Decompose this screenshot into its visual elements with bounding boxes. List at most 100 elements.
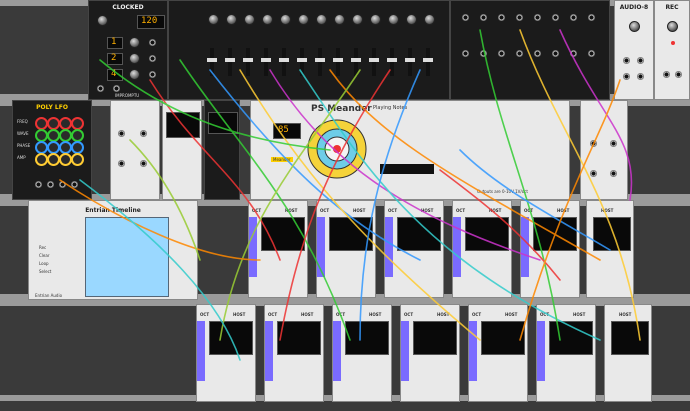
matrix-jack[interactable] <box>516 14 523 21</box>
matrix-jack[interactable] <box>462 14 469 21</box>
ratio-knob[interactable] <box>129 69 140 80</box>
mixer-knob[interactable] <box>388 14 399 25</box>
ratio-knob[interactable] <box>129 37 140 48</box>
rec-jack[interactable] <box>675 71 682 78</box>
mixer-fader[interactable] <box>333 48 343 76</box>
timeline-button[interactable]: Rec <box>39 245 46 250</box>
host-module: OCT HOST <box>196 304 256 402</box>
gain-knob[interactable] <box>629 21 640 32</box>
matrix-jack[interactable] <box>552 50 559 57</box>
lfo-out-jack[interactable] <box>59 181 66 188</box>
utility-jack[interactable] <box>118 130 125 137</box>
meander-module: PS Meander Playing Notes 85 Meander Outp… <box>250 100 570 200</box>
utility-jack[interactable] <box>140 160 147 167</box>
mixer-fader[interactable] <box>225 48 235 76</box>
mixer-fader[interactable] <box>351 48 361 76</box>
rec-jack[interactable] <box>663 71 670 78</box>
matrix-jack[interactable] <box>462 50 469 57</box>
host-display <box>481 321 525 355</box>
host-module: OCT HOST <box>248 200 308 298</box>
utility-jack[interactable] <box>140 130 147 137</box>
audio-in-jack[interactable] <box>637 57 644 64</box>
mixer-fader[interactable] <box>297 48 307 76</box>
circle-of-fifths[interactable] <box>306 118 368 180</box>
host-module: OCT HOST <box>520 200 580 298</box>
matrix-jack[interactable] <box>570 50 577 57</box>
run-jack[interactable] <box>113 85 120 92</box>
utility-jack[interactable] <box>610 140 617 147</box>
lfo-out-jack[interactable] <box>47 181 54 188</box>
lfo-knob[interactable] <box>71 153 84 166</box>
host-side-panel <box>453 217 461 277</box>
matrix-jack[interactable] <box>480 50 487 57</box>
mixer-knob[interactable] <box>370 14 381 25</box>
matrix-jack[interactable] <box>498 50 505 57</box>
matrix-jack[interactable] <box>534 14 541 21</box>
playing-notes-label: Playing Notes <box>373 105 408 111</box>
ratio-value: 2 <box>111 53 117 63</box>
clock-out-jack[interactable] <box>149 55 156 62</box>
mixer-knob[interactable] <box>262 14 273 25</box>
host-display <box>261 217 305 251</box>
oct-label: OCT <box>472 312 482 317</box>
host-display <box>549 321 593 355</box>
clock-out-jack[interactable] <box>149 39 156 46</box>
mixer-fader[interactable] <box>387 48 397 76</box>
tempo-knob[interactable] <box>97 15 108 26</box>
matrix-jack[interactable] <box>516 50 523 57</box>
mixer-knob[interactable] <box>208 14 219 25</box>
mixer-knob[interactable] <box>424 14 435 25</box>
utility-jack[interactable] <box>590 170 597 177</box>
utility-module <box>110 100 160 200</box>
mixer-knob[interactable] <box>280 14 291 25</box>
timeline-display[interactable] <box>85 217 169 297</box>
utility-jack[interactable] <box>590 140 597 147</box>
matrix-jack[interactable] <box>588 14 595 21</box>
mixer-knob[interactable] <box>244 14 255 25</box>
ratio-value: 4 <box>111 69 117 79</box>
audio-in-jack[interactable] <box>623 73 630 80</box>
row-label: PHASE <box>17 143 31 148</box>
mixer-knob[interactable] <box>334 14 345 25</box>
host-label: HOST <box>421 208 434 213</box>
host-label: HOST <box>557 208 570 213</box>
timeline-button[interactable]: Loop <box>39 261 49 266</box>
mixer-fader[interactable] <box>207 48 217 76</box>
matrix-jack[interactable] <box>552 14 559 21</box>
host-label: HOST <box>505 312 518 317</box>
matrix-jack[interactable] <box>498 14 505 21</box>
mixer-knob[interactable] <box>226 14 237 25</box>
timeline-button[interactable]: Select <box>39 269 51 274</box>
audio-in-jack[interactable] <box>637 73 644 80</box>
audio-in-jack[interactable] <box>623 57 630 64</box>
mixer-fader[interactable] <box>423 48 433 76</box>
timeline-button[interactable]: Clear <box>39 253 49 258</box>
utility-jack[interactable] <box>118 160 125 167</box>
mixer-knob[interactable] <box>316 14 327 25</box>
lfo-out-jack[interactable] <box>35 181 42 188</box>
matrix-jack[interactable] <box>534 50 541 57</box>
mixer-fader[interactable] <box>279 48 289 76</box>
clock-out-jack[interactable] <box>149 71 156 78</box>
matrix-jack[interactable] <box>588 50 595 57</box>
ratio-knob[interactable] <box>129 53 140 64</box>
matrix-jack[interactable] <box>570 14 577 21</box>
host-label: HOST <box>353 208 366 213</box>
reset-jack[interactable] <box>97 85 104 92</box>
mixer-fader[interactable] <box>315 48 325 76</box>
audio-module: AUDIO-8 <box>614 0 654 100</box>
host-module: OCT HOST <box>536 304 596 402</box>
utility-jack[interactable] <box>610 170 617 177</box>
mixer-fader[interactable] <box>261 48 271 76</box>
mixer-fader[interactable] <box>369 48 379 76</box>
matrix-jack[interactable] <box>480 14 487 21</box>
mixer-knob[interactable] <box>298 14 309 25</box>
module-title: Entrian Timeline <box>85 207 141 214</box>
mixer-fader[interactable] <box>405 48 415 76</box>
mixer-fader[interactable] <box>243 48 253 76</box>
lfo-out-jack[interactable] <box>71 181 78 188</box>
host-label: HOST <box>301 312 314 317</box>
mixer-knob[interactable] <box>406 14 417 25</box>
rec-knob[interactable] <box>667 21 678 32</box>
mixer-knob[interactable] <box>352 14 363 25</box>
